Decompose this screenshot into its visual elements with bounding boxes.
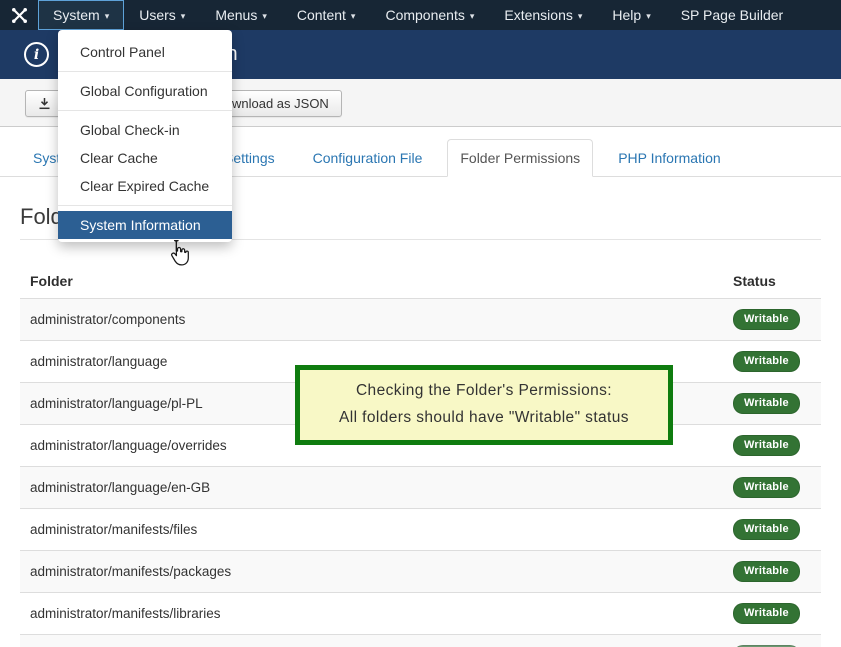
menu-item[interactable]: Control Panel [58,38,232,66]
menu-item[interactable]: Global Configuration [58,77,232,105]
menu-item[interactable]: System Information [58,211,232,239]
navbar-menu-item[interactable]: Help ▾ [597,0,665,30]
joomla-logo-icon[interactable] [0,0,38,30]
menu-divider [58,71,232,72]
column-header-folder: Folder [20,261,723,299]
tab-label: Folder Permissions [460,150,580,166]
table-row: administrator/manifests/libraries Writab… [20,593,821,635]
download-icon [38,97,51,110]
menu-item-label: Global Configuration [80,83,208,99]
status-badge: Writable [733,603,800,624]
menu-item-label: Global Check-in [80,122,180,138]
tab-label: Configuration File [313,150,423,166]
chevron-down-icon: ▾ [470,12,475,21]
menu-item-label: Clear Expired Cache [80,178,209,194]
table-row: administrator/components Writable [20,299,821,341]
chevron-down-icon: ▾ [646,12,651,21]
top-navbar: System ▾ Users ▾ Menus ▾ Content ▾ [0,0,841,30]
table-row: administrator/manifests/files Writable [20,509,821,551]
tab-label: PHP Information [618,150,720,166]
navbar-menu-label: Content [297,7,346,23]
download-button-label: Download as JSON [215,96,328,111]
navbar-menu-item[interactable]: Components ▾ [370,0,489,30]
navbar-menu-item[interactable]: System ▾ [38,0,124,30]
navbar-menu-label: Help [612,7,641,23]
navbar-menu-item[interactable]: SP Page Builder [666,0,803,30]
chevron-down-icon: ▾ [262,12,267,21]
navbar-menu-label: SP Page Builder [681,7,783,23]
status-badge: Writable [733,435,800,456]
tab[interactable]: PHP Information [605,139,733,177]
navbar-menu-label: System [53,7,100,23]
menu-item[interactable]: Global Check-in [58,116,232,144]
navbar-menu-label: Users [139,7,176,23]
menu-item-label: System Information [80,217,201,233]
status-badge: Writable [733,309,800,330]
folder-path: administrator/components [20,299,723,341]
navbar-menu-label: Menus [215,7,257,23]
navbar-menu-item[interactable]: Users ▾ [124,0,200,30]
menu-item-label: Control Panel [80,44,165,60]
folder-path: administrator/manifests/files [20,509,723,551]
annotation-line-2: All folders should have "Writable" statu… [300,404,668,431]
navbar-menu-label: Extensions [504,7,572,23]
folder-path: administrator/manifests/packages [20,551,723,593]
chevron-down-icon: ▾ [105,12,110,21]
navbar-menu-label: Components [385,7,464,23]
tab[interactable]: Folder Permissions [447,139,593,177]
folder-path: administrator/manifests/libraries [20,593,723,635]
folder-permissions-table: Folder Status administrator/components W… [20,261,821,647]
status-badge: Writable [733,351,800,372]
status-badge: Writable [733,393,800,414]
menu-divider [58,205,232,206]
status-badge: Writable [733,477,800,498]
menu-item[interactable]: Clear Expired Cache [58,172,232,200]
status-badge: Writable [733,519,800,540]
folder-path: administrator/modules [20,635,723,647]
table-row: administrator/manifests/packages Writabl… [20,551,821,593]
chevron-down-icon: ▾ [351,12,356,21]
chevron-down-icon: ▾ [181,12,186,21]
menu-item-label: Clear Cache [80,150,158,166]
table-row: administrator/language/en-GB Writable [20,467,821,509]
info-icon: i [24,42,49,67]
navbar-menu-item[interactable]: Extensions ▾ [489,0,597,30]
menu-item[interactable]: Clear Cache [58,144,232,172]
navbar-menu-item[interactable]: Menus ▾ [200,0,282,30]
navbar-menu-item[interactable]: Content ▾ [282,0,371,30]
folder-path: administrator/language/en-GB [20,467,723,509]
annotation-note: Checking the Folder's Permissions: All f… [295,365,673,445]
system-dropdown-menu: Control Panel Global Configuration Globa… [58,30,232,242]
app-root: System ▾ Users ▾ Menus ▾ Content ▾ [0,0,841,647]
status-badge: Writable [733,561,800,582]
tab[interactable]: Configuration File [300,139,436,177]
column-header-status: Status [723,261,821,299]
annotation-line-1: Checking the Folder's Permissions: [300,377,668,404]
table-row: administrator/modules Writable [20,635,821,647]
chevron-down-icon: ▾ [578,12,583,21]
menu-divider [58,110,232,111]
